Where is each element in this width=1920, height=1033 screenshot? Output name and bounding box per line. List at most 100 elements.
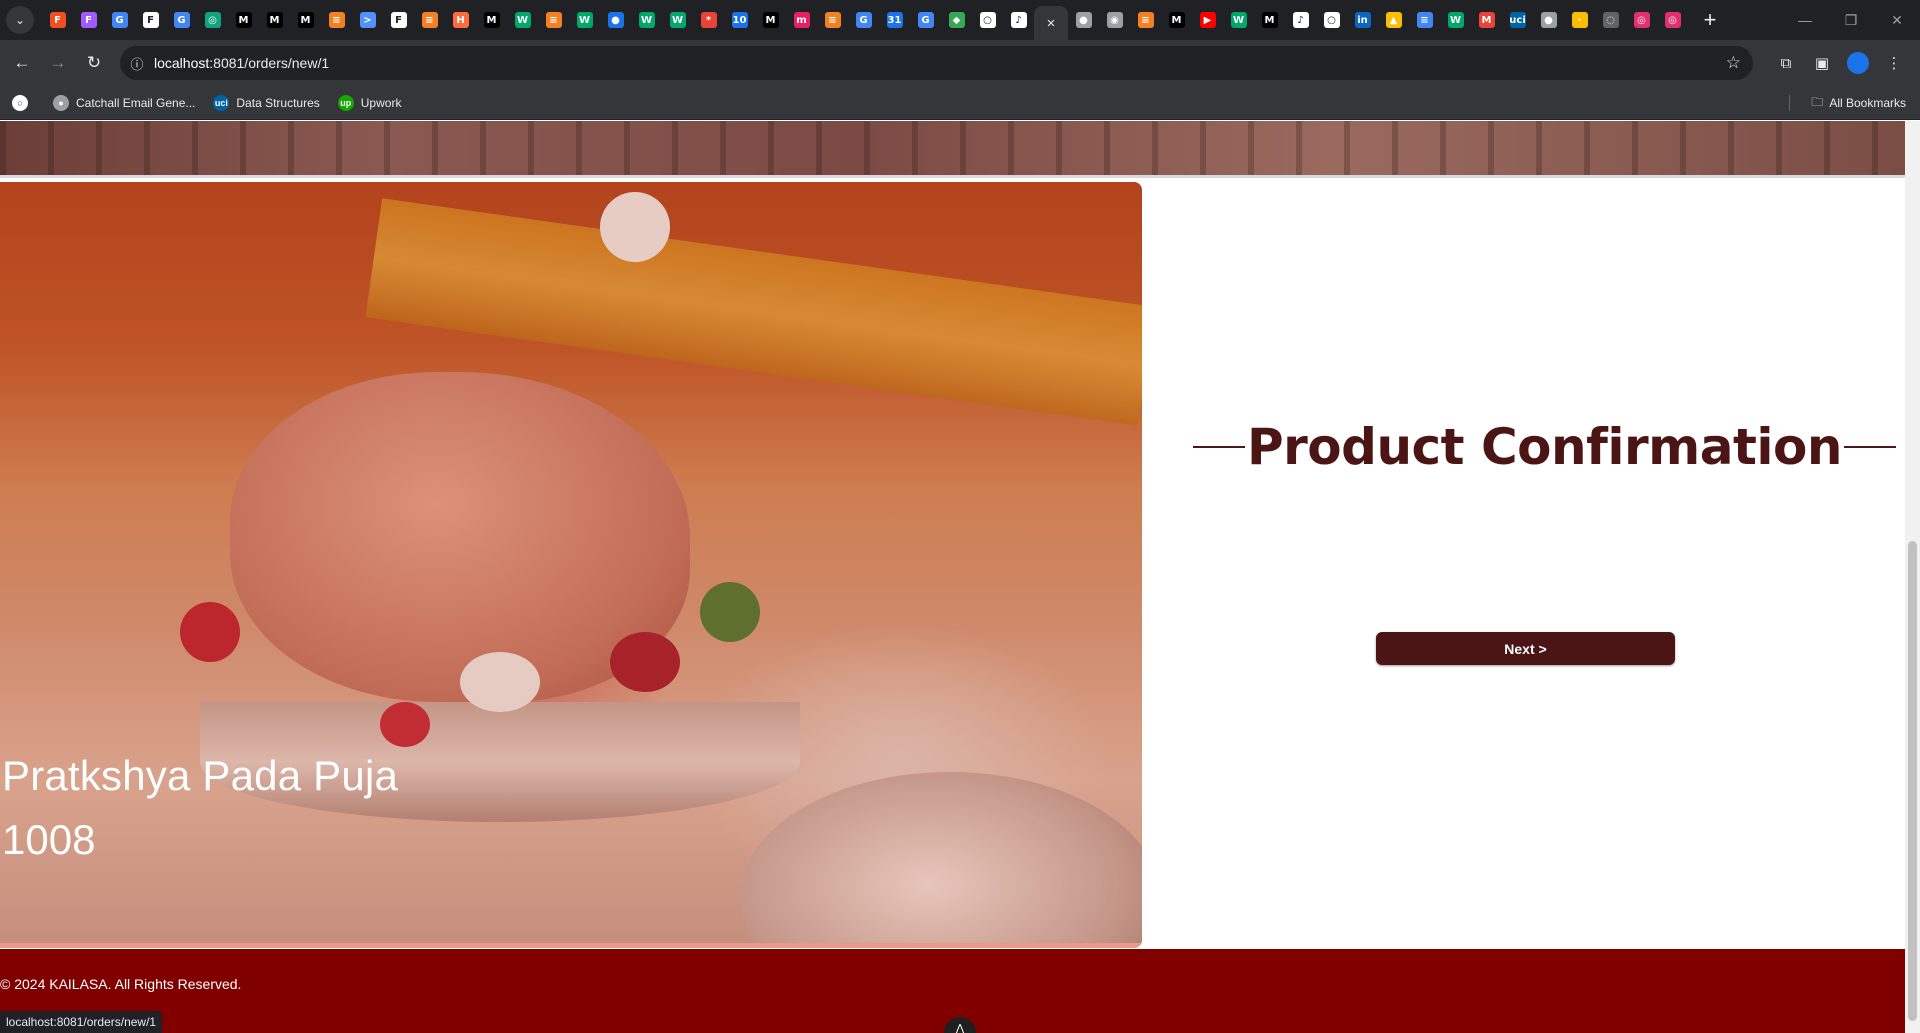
wordpress-w-icon: W xyxy=(1447,12,1464,28)
browser-tab[interactable]: M xyxy=(259,0,290,40)
browser-tab[interactable]: ▶ xyxy=(1192,0,1223,40)
browser-tab[interactable]: F xyxy=(383,0,414,40)
calendar-icon: 10 xyxy=(731,12,748,28)
browser-tab[interactable]: ● xyxy=(600,0,631,40)
tab-bar: ⌄ F F G F G ◎ M M M ≡ > F ≡ H M W ≡ W ● W W * 10 Mm ≡ G 31 G ◆ ○ ♪ × ● ◉ ≡… xyxy=(0,0,1920,40)
medium-icon: M xyxy=(1168,12,1185,28)
browser-tab[interactable]: ≡ xyxy=(1409,0,1440,40)
miro-icon: m xyxy=(793,12,810,28)
browser-tab[interactable]: M xyxy=(1471,0,1502,40)
tab-search-dropdown-icon[interactable]: ⌄ xyxy=(6,6,34,34)
blank-icon: ◌ xyxy=(1602,12,1619,28)
bookmark-star-icon[interactable]: ☆ xyxy=(1726,53,1741,73)
browser-tab[interactable]: ◆ xyxy=(941,0,972,40)
browser-tab[interactable]: ● xyxy=(1068,0,1099,40)
browser-tab[interactable]: G xyxy=(910,0,941,40)
browser-tab[interactable]: ♪ xyxy=(1003,0,1034,40)
browser-tab[interactable]: W xyxy=(569,0,600,40)
medium-icon: M xyxy=(762,12,779,28)
browser-tab[interactable]: M xyxy=(290,0,321,40)
framer-icon: F xyxy=(390,12,407,28)
next-button[interactable]: Next > xyxy=(1376,632,1675,665)
figma-icon: F xyxy=(49,12,66,28)
browser-tab[interactable]: ≡ xyxy=(817,0,848,40)
asterisk-icon: * xyxy=(700,12,717,28)
page-scrollbar[interactable] xyxy=(1905,121,1920,1033)
browser-tab[interactable]: M xyxy=(1254,0,1285,40)
browser-tab[interactable]: H xyxy=(445,0,476,40)
browser-tab[interactable]: M xyxy=(1161,0,1192,40)
browser-tab[interactable]: m xyxy=(786,0,817,40)
browser-tab[interactable]: G xyxy=(848,0,879,40)
medium-icon: M xyxy=(235,12,252,28)
browser-tab[interactable]: W xyxy=(507,0,538,40)
browser-tab[interactable]: F xyxy=(135,0,166,40)
browser-tab[interactable]: ◎ xyxy=(1657,0,1688,40)
github-bookmark[interactable]: ○ xyxy=(12,94,35,111)
browser-tab[interactable]: G xyxy=(104,0,135,40)
drive-icon: ▲ xyxy=(1385,12,1402,28)
browser-tab[interactable]: W xyxy=(662,0,693,40)
stackoverflow-icon: ≡ xyxy=(328,12,345,28)
browser-tab[interactable]: 10 xyxy=(724,0,755,40)
minimize-icon[interactable]: — xyxy=(1782,0,1828,40)
browser-tab[interactable]: ◌ xyxy=(1595,0,1626,40)
browser-tab[interactable]: F xyxy=(42,0,73,40)
powershell-icon: > xyxy=(359,12,376,28)
browser-tab[interactable]: > xyxy=(352,0,383,40)
browser-tab[interactable]: ◎ xyxy=(1626,0,1657,40)
instagram-icon: ◎ xyxy=(1664,12,1681,28)
reload-icon[interactable]: ↻ xyxy=(76,45,112,81)
browser-tab[interactable]: W xyxy=(631,0,662,40)
url-text[interactable]: localhost:8081/orders/new/1 xyxy=(154,55,329,71)
wordpress-w-icon: W xyxy=(576,12,593,28)
all-bookmarks-button[interactable]: 🗀 All Bookmarks xyxy=(1811,86,1906,120)
active-tab-close-icon[interactable]: × xyxy=(1034,6,1068,40)
browser-tab[interactable]: 31 xyxy=(879,0,910,40)
browser-tab[interactable]: ≡ xyxy=(414,0,445,40)
browser-tab[interactable]: ○ xyxy=(1316,0,1347,40)
forward-icon[interactable]: → xyxy=(40,45,76,81)
side-panel-icon[interactable]: ▣ xyxy=(1804,45,1840,81)
browser-tab[interactable]: uci xyxy=(1502,0,1533,40)
browser-tab[interactable]: W xyxy=(1223,0,1254,40)
dev-toolbar-icon[interactable]: ⋀ xyxy=(944,1017,976,1033)
back-icon[interactable]: ← xyxy=(4,45,40,81)
browser-tab[interactable]: ◉ xyxy=(1099,0,1130,40)
browser-tab[interactable]: ≡ xyxy=(1130,0,1161,40)
browser-tab[interactable]: ▲ xyxy=(1378,0,1409,40)
bookmark-item[interactable]: ● Catchall Email Gene... xyxy=(53,94,195,111)
browser-tab[interactable]: ≡ xyxy=(321,0,352,40)
browser-tab[interactable]: ○ xyxy=(972,0,1003,40)
upwork-icon: up xyxy=(337,94,354,111)
browser-tab[interactable]: W xyxy=(1440,0,1471,40)
browser-tab[interactable]: G xyxy=(166,0,197,40)
browser-tab[interactable]: M xyxy=(755,0,786,40)
stackoverflow-icon: ≡ xyxy=(824,12,841,28)
close-window-icon[interactable]: ✕ xyxy=(1874,0,1920,40)
restore-icon[interactable]: ❐ xyxy=(1828,0,1874,40)
scrollbar-thumb[interactable] xyxy=(1908,541,1917,1021)
bookmark-item[interactable]: uci Data Structures xyxy=(213,94,320,111)
browser-tab[interactable]: in xyxy=(1347,0,1378,40)
browser-tab[interactable]: ● xyxy=(1533,0,1564,40)
menu-kebab-icon[interactable]: ⋮ xyxy=(1876,45,1912,81)
extensions-icon[interactable]: ⧉ xyxy=(1768,45,1804,81)
browser-tab[interactable]: F xyxy=(73,0,104,40)
browser-tab[interactable]: ♪ xyxy=(1285,0,1316,40)
window-controls: — ❐ ✕ xyxy=(1782,0,1920,40)
toolbar-actions: ⧉ ▣ ⋮ xyxy=(1768,45,1912,81)
browser-tab[interactable]: * xyxy=(693,0,724,40)
browser-tab[interactable]: ≡ xyxy=(538,0,569,40)
browser-tab[interactable]: ◎ xyxy=(197,0,228,40)
new-tab-icon[interactable]: + xyxy=(1696,7,1724,33)
address-bar[interactable]: ⓘ localhost:8081/orders/new/1 ☆ xyxy=(120,46,1753,80)
bookmark-item[interactable]: up Upwork xyxy=(337,94,401,111)
github-icon: ○ xyxy=(1323,12,1340,28)
browser-tab[interactable]: · xyxy=(1564,0,1595,40)
browser-tab[interactable]: M xyxy=(476,0,507,40)
navigation-bar: ← → ↻ ⓘ localhost:8081/orders/new/1 ☆ ⧉ … xyxy=(0,40,1920,86)
browser-tab[interactable]: M xyxy=(228,0,259,40)
profile-avatar[interactable] xyxy=(1847,52,1869,74)
site-info-icon[interactable]: ⓘ xyxy=(120,54,154,73)
